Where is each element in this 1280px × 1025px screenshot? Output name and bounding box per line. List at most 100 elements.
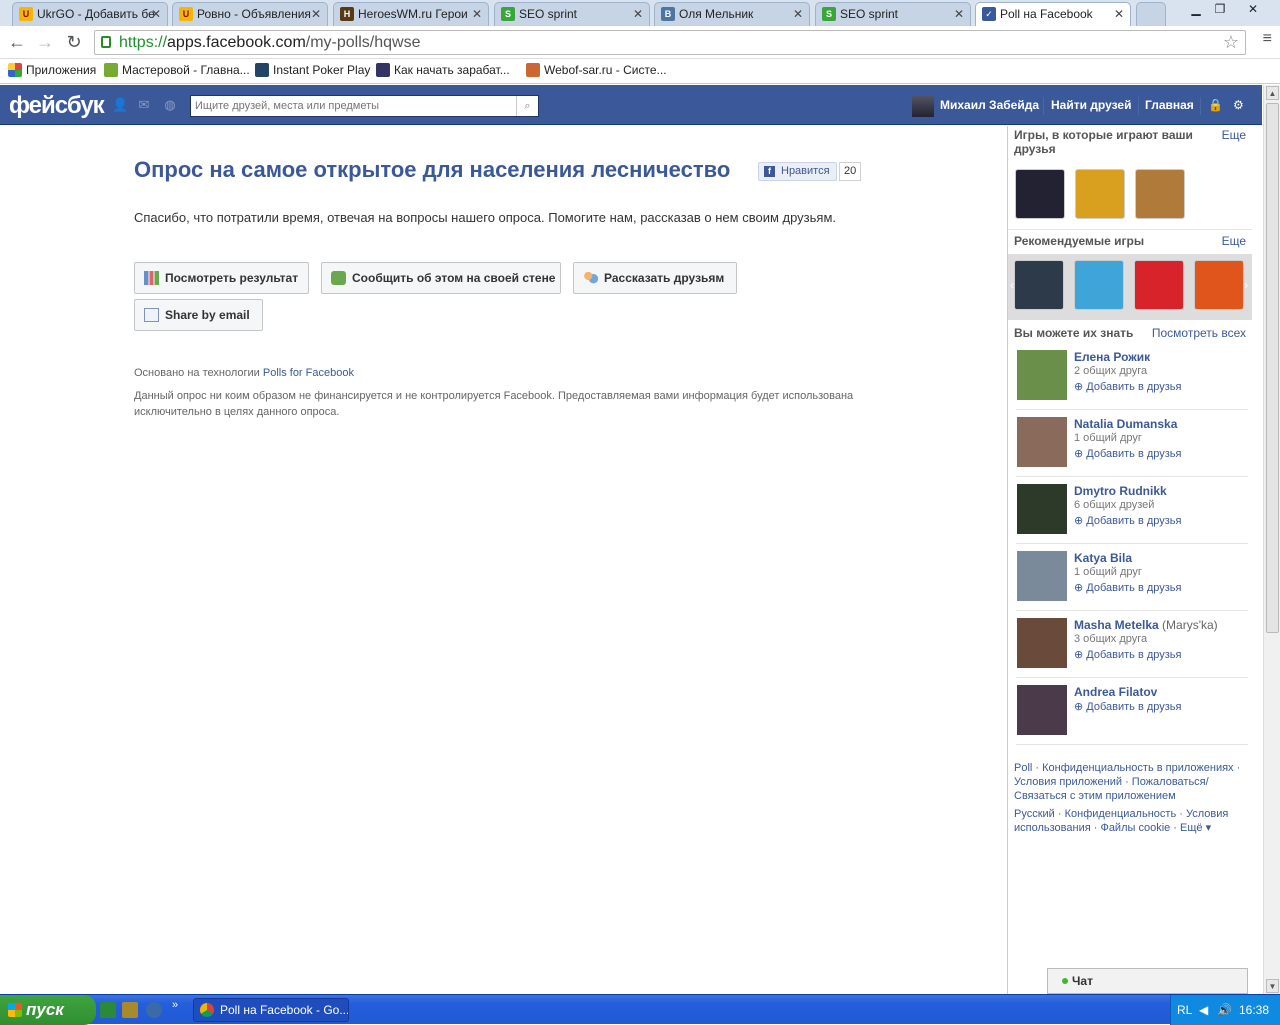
notifications-globe-icon[interactable]: ◍ bbox=[163, 98, 177, 112]
url-input[interactable]: https://apps.facebook.com/my-polls/hqwse… bbox=[94, 30, 1246, 55]
person-name[interactable]: Katya Bila bbox=[1074, 551, 1132, 565]
browser-tab[interactable]: B Оля Мельник ✕ bbox=[654, 2, 810, 26]
find-friends-link[interactable]: Найти друзей bbox=[1051, 98, 1131, 112]
add-friend-link[interactable]: ⊕ Добавить в друзья bbox=[1074, 700, 1182, 713]
add-friend-link[interactable]: ⊕ Добавить в друзья bbox=[1074, 447, 1182, 460]
minimize-icon[interactable]: ▁ bbox=[1184, 0, 1208, 18]
settings-gear-icon[interactable]: ⚙ bbox=[1233, 98, 1244, 112]
polls-for-facebook-link[interactable]: Polls for Facebook bbox=[263, 367, 354, 379]
view-results-button[interactable]: Посмотреть результат bbox=[134, 262, 309, 294]
carousel-prev-icon[interactable]: ‹ bbox=[1010, 278, 1014, 292]
bookmark-poker[interactable]: Instant Poker Play bbox=[255, 63, 370, 77]
reload-icon[interactable]: ↻ bbox=[63, 31, 85, 53]
more-recommended-link[interactable]: Еще bbox=[1222, 234, 1246, 248]
search-icon[interactable]: ⌕ bbox=[516, 96, 538, 116]
browser-tab[interactable]: S SEO sprint ✕ bbox=[494, 2, 650, 26]
language-indicator[interactable]: RL bbox=[1177, 995, 1192, 1025]
new-tab-button[interactable] bbox=[1136, 2, 1166, 26]
messages-icon[interactable]: ✉ bbox=[137, 98, 151, 112]
person-name[interactable]: Natalia Dumanska bbox=[1074, 417, 1177, 431]
avatar[interactable] bbox=[1017, 618, 1067, 668]
privacy-shortcuts-icon[interactable]: 🔒 bbox=[1208, 98, 1223, 112]
scroll-up-icon[interactable]: ▲ bbox=[1266, 86, 1279, 100]
site-footer-links[interactable]: Русский · Конфиденциальность · Условия и… bbox=[1014, 807, 1249, 835]
racing-game-icon[interactable] bbox=[1074, 260, 1124, 310]
friend-requests-icon[interactable]: 👤 bbox=[112, 98, 128, 112]
pirates-game-icon[interactable] bbox=[1014, 260, 1064, 310]
close-tab-icon[interactable]: ✕ bbox=[793, 3, 803, 25]
webof-icon bbox=[526, 63, 540, 77]
facebook-logo[interactable]: фейсбук bbox=[9, 92, 105, 120]
add-friend-link[interactable]: ⊕ Добавить в друзья bbox=[1074, 648, 1182, 661]
bookmark-masterovoy[interactable]: Мастеровой - Главна... bbox=[104, 63, 250, 77]
add-friend-link[interactable]: ⊕ Добавить в друзья bbox=[1074, 514, 1182, 527]
clock[interactable]: 16:38 bbox=[1239, 995, 1269, 1025]
avatar[interactable] bbox=[1017, 685, 1067, 735]
avatar[interactable] bbox=[1017, 551, 1067, 601]
restore-icon[interactable]: ❐ bbox=[1208, 0, 1232, 18]
see-all-link[interactable]: Посмотреть всех bbox=[1152, 326, 1246, 340]
search-input[interactable] bbox=[195, 98, 513, 114]
person-name[interactable]: Andrea Filatov bbox=[1074, 685, 1157, 699]
start-button[interactable]: пуск bbox=[0, 995, 96, 1025]
avatar[interactable] bbox=[1017, 417, 1067, 467]
close-tab-icon[interactable]: ✕ bbox=[1114, 3, 1124, 25]
poll-content: Опрос на самое открытое для населения ле… bbox=[0, 126, 1007, 994]
back-arrow-icon[interactable]: ← bbox=[6, 31, 28, 53]
quick-launch-icon[interactable] bbox=[122, 1002, 138, 1018]
close-tab-icon[interactable]: ✕ bbox=[954, 3, 964, 25]
close-tab-icon[interactable]: ✕ bbox=[311, 3, 321, 25]
chat-bar[interactable]: Чат bbox=[1047, 968, 1248, 994]
person-name[interactable]: Елена Рожик bbox=[1074, 350, 1150, 364]
uno-friends-icon[interactable] bbox=[1134, 260, 1184, 310]
mutual-friends[interactable]: 1 общий друг bbox=[1074, 566, 1142, 578]
person-name[interactable]: Dmytro Rudnikk bbox=[1074, 484, 1167, 498]
add-friend-link[interactable]: ⊕ Добавить в друзья bbox=[1074, 581, 1182, 594]
app-footer-links[interactable]: Poll · Конфиденциальность в приложениях … bbox=[1014, 761, 1249, 803]
forward-arrow-icon[interactable]: → bbox=[34, 31, 56, 53]
quick-launch-more-icon[interactable]: » bbox=[172, 999, 178, 1011]
quick-launch-icon[interactable] bbox=[146, 1002, 162, 1018]
scroll-down-icon[interactable]: ▼ bbox=[1266, 979, 1279, 993]
page-scrollbar[interactable]: ▲ ▼ bbox=[1263, 85, 1280, 994]
close-tab-icon[interactable]: ✕ bbox=[472, 3, 482, 25]
home-link[interactable]: Главная bbox=[1145, 98, 1194, 112]
mutual-friends[interactable]: 2 общих друга bbox=[1074, 365, 1147, 377]
close-window-icon[interactable]: ✕ bbox=[1238, 0, 1268, 18]
taskbar-chrome-window[interactable]: Poll на Facebook - Go... bbox=[193, 998, 349, 1022]
fruit-frenzy-icon[interactable] bbox=[1194, 260, 1244, 310]
browser-tab[interactable]: U UkrGO - Добавить бе ✕ bbox=[12, 2, 168, 26]
bookmark-star-icon[interactable]: ☆ bbox=[1223, 32, 1239, 53]
person-name[interactable]: Masha Metelka (Marys'ka) bbox=[1074, 618, 1218, 632]
close-tab-icon[interactable]: ✕ bbox=[151, 3, 161, 25]
candy-game-icon[interactable] bbox=[1075, 169, 1125, 219]
bookmark-earn[interactable]: Как начать зарабат... bbox=[376, 63, 510, 77]
hamster-game-icon[interactable] bbox=[1135, 169, 1185, 219]
world-series-poker-icon[interactable] bbox=[1015, 169, 1065, 219]
quick-launch-icon[interactable] bbox=[100, 1002, 116, 1018]
avatar[interactable] bbox=[1017, 350, 1067, 400]
like-button[interactable]: f Нравится bbox=[758, 162, 837, 181]
close-tab-icon[interactable]: ✕ bbox=[633, 3, 643, 25]
add-friend-link[interactable]: ⊕ Добавить в друзья bbox=[1074, 380, 1182, 393]
tray-expand-icon[interactable]: ◀ bbox=[1199, 995, 1208, 1025]
bookmark-webof[interactable]: Webof-sar.ru - Систе... bbox=[526, 63, 667, 77]
more-games-link[interactable]: Еще bbox=[1222, 128, 1246, 142]
browser-tab-active[interactable]: ✓ Poll на Facebook ✕ bbox=[975, 2, 1131, 26]
speech-bubble-icon bbox=[331, 271, 346, 285]
browser-tab[interactable]: S SEO sprint ✕ bbox=[815, 2, 971, 26]
carousel-next-icon[interactable]: › bbox=[1244, 278, 1248, 292]
share-by-email-button[interactable]: Share by email bbox=[134, 299, 263, 331]
chrome-menu-icon[interactable]: ≡ bbox=[1263, 30, 1272, 48]
mutual-friends[interactable]: 6 общих друзей bbox=[1074, 499, 1154, 511]
avatar[interactable] bbox=[1017, 484, 1067, 534]
browser-tab[interactable]: U Ровно - Объявления ✕ bbox=[172, 2, 328, 26]
share-to-wall-button[interactable]: Сообщить об этом на своей стене bbox=[321, 262, 561, 294]
mutual-friends[interactable]: 1 общий друг bbox=[1074, 432, 1142, 444]
bookmark-apps[interactable]: Приложения bbox=[8, 63, 96, 77]
tell-friends-button[interactable]: Рассказать друзьям bbox=[573, 262, 737, 294]
scroll-thumb[interactable] bbox=[1266, 103, 1279, 633]
mutual-friends[interactable]: 3 общих друга bbox=[1074, 633, 1147, 645]
browser-tab[interactable]: H HeroesWM.ru Герои ✕ bbox=[333, 2, 489, 26]
volume-icon[interactable]: 🔊 bbox=[1217, 995, 1232, 1025]
